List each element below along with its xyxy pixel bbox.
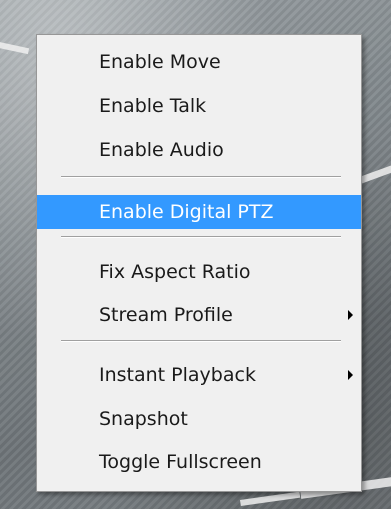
menu-separator — [61, 236, 341, 238]
submenu-arrow-icon — [348, 310, 353, 320]
menu-item-enable-talk[interactable]: Enable Talk — [37, 89, 361, 123]
menu-item-stream-profile[interactable]: Stream Profile — [37, 298, 361, 332]
menu-item-snapshot[interactable]: Snapshot — [37, 402, 361, 436]
menu-item-label: Enable Move — [99, 51, 221, 73]
menu-item-label: Enable Digital PTZ — [99, 201, 274, 223]
menu-item-enable-move[interactable]: Enable Move — [37, 45, 361, 79]
menu-item-fix-aspect-ratio[interactable]: Fix Aspect Ratio — [37, 255, 361, 289]
menu-item-label: Snapshot — [99, 408, 188, 430]
menu-item-label: Toggle Fullscreen — [99, 451, 262, 473]
menu-item-label: Enable Audio — [99, 139, 224, 161]
road-marking — [0, 40, 30, 55]
menu-item-label: Fix Aspect Ratio — [99, 261, 251, 283]
submenu-arrow-icon — [348, 370, 353, 380]
menu-item-label: Stream Profile — [99, 304, 233, 326]
menu-item-enable-audio[interactable]: Enable Audio — [37, 133, 361, 167]
menu-separator — [61, 340, 341, 342]
menu-item-instant-playback[interactable]: Instant Playback — [37, 358, 361, 392]
menu-item-label: Instant Playback — [99, 364, 256, 386]
menu-item-enable-digital-ptz[interactable]: Enable Digital PTZ — [37, 195, 361, 229]
menu-item-toggle-fullscreen[interactable]: Toggle Fullscreen — [37, 445, 361, 479]
menu-item-label: Enable Talk — [99, 95, 207, 117]
context-menu: Enable Move Enable Talk Enable Audio Ena… — [36, 34, 362, 492]
road-marking — [240, 491, 301, 506]
menu-separator — [61, 176, 341, 178]
